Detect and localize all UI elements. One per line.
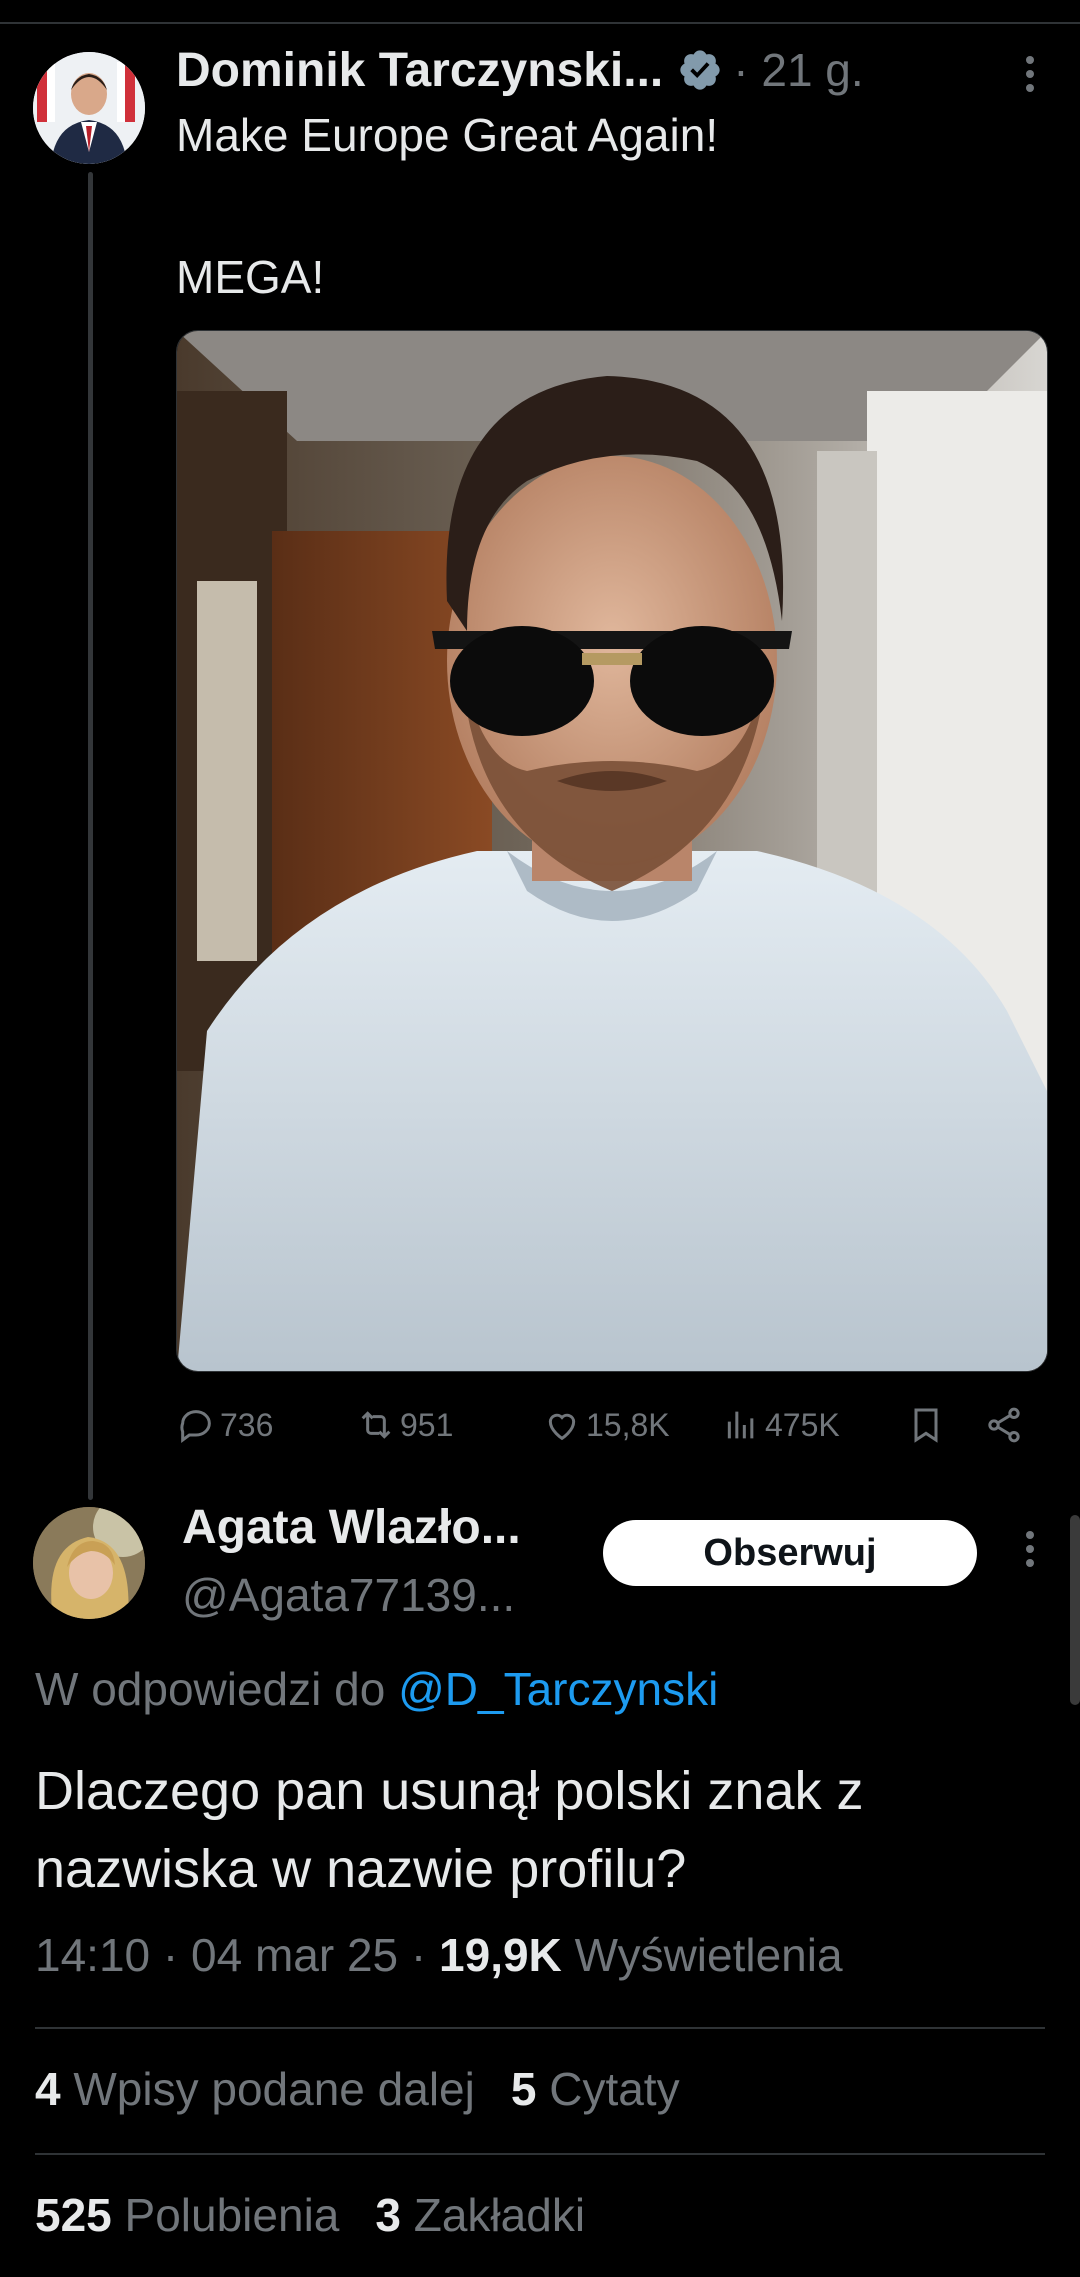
- reply-text-line1: Dlaczego pan usunął polski znak z: [35, 1761, 864, 1821]
- tweet-header: Dominik Tarczynski... · 21 g.: [176, 38, 864, 102]
- reply-text-line2: nazwiska w nazwie profilu?: [35, 1839, 687, 1899]
- reply-timestamp: 14:10 · 04 mar 25 · 19,9K Wyświetlenia: [35, 1929, 843, 1981]
- author-name[interactable]: Dominik Tarczynski...: [176, 43, 663, 98]
- tweet-text-line2: MEGA!: [176, 251, 325, 303]
- bookmark-button[interactable]: [906, 1395, 950, 1455]
- divider: [35, 2153, 1045, 2155]
- tweet-actions: 736 951 15,8K 475K: [176, 1395, 1046, 1455]
- tweet-text-line1: Make Europe Great Again!: [176, 109, 719, 161]
- reply-author-name[interactable]: Agata Wlazło...: [182, 1500, 521, 1555]
- repost-count: 951: [400, 1406, 454, 1443]
- reply-views-count: 19,9K: [439, 1929, 562, 1981]
- share-button[interactable]: [984, 1395, 1028, 1455]
- tweet-photo[interactable]: [176, 330, 1048, 1372]
- engagement-stats-row1: 4 Wpisy podane dalej 5 Cytaty: [35, 2062, 680, 2116]
- repost-icon: [361, 1411, 391, 1439]
- like-count: 15,8K: [586, 1406, 670, 1443]
- views-icon: [727, 1411, 754, 1439]
- repost-button[interactable]: 951: [356, 1395, 453, 1455]
- reply-count: 736: [220, 1406, 274, 1443]
- more-icon[interactable]: [1010, 1525, 1050, 1585]
- views-button[interactable]: 475K: [721, 1395, 840, 1455]
- replying-prefix: W odpowiedzi do: [35, 1663, 386, 1715]
- verified-icon: [680, 50, 720, 90]
- reply-icon: [180, 1410, 211, 1443]
- engagement-stats-row2: 525 Polubienia 3 Zakładki: [35, 2188, 585, 2242]
- reply-text: Dlaczego pan usunął polski znak z nazwis…: [35, 1752, 1035, 1908]
- bookmarks-stat[interactable]: 3 Zakładki: [375, 2189, 585, 2241]
- reply-author-handle[interactable]: @Agata77139...: [182, 1568, 515, 1622]
- like-button[interactable]: 15,8K: [542, 1395, 670, 1455]
- scrollbar[interactable]: [1070, 1515, 1080, 1705]
- quotes-stat[interactable]: 5 Cytaty: [511, 2063, 680, 2115]
- bookmark-icon: [914, 1408, 938, 1443]
- likes-stat[interactable]: 525 Polubienia: [35, 2189, 339, 2241]
- replying-to: W odpowiedzi do @D_Tarczynski: [35, 1662, 718, 1716]
- reply-time[interactable]: 14:10: [35, 1929, 150, 1981]
- reply-button[interactable]: 736: [176, 1395, 273, 1455]
- top-divider: [0, 0, 1080, 24]
- more-icon[interactable]: [1010, 50, 1050, 100]
- like-icon: [548, 1413, 576, 1441]
- views-count: 475K: [765, 1406, 840, 1443]
- reposts-stat[interactable]: 4 Wpisy podane dalej: [35, 2063, 475, 2115]
- reply-author-avatar[interactable]: [33, 1507, 145, 1619]
- divider: [35, 2027, 1045, 2029]
- reply-views-label: Wyświetlenia: [574, 1929, 843, 1981]
- share-icon: [988, 1407, 1020, 1443]
- author-avatar[interactable]: [33, 52, 145, 164]
- tweet-time[interactable]: · 21 g.: [733, 43, 863, 97]
- follow-button[interactable]: Obserwuj: [603, 1520, 977, 1586]
- thread-line: [88, 172, 93, 1500]
- mention-link[interactable]: @D_Tarczynski: [398, 1663, 718, 1715]
- reply-date[interactable]: 04 mar 25: [191, 1929, 398, 1981]
